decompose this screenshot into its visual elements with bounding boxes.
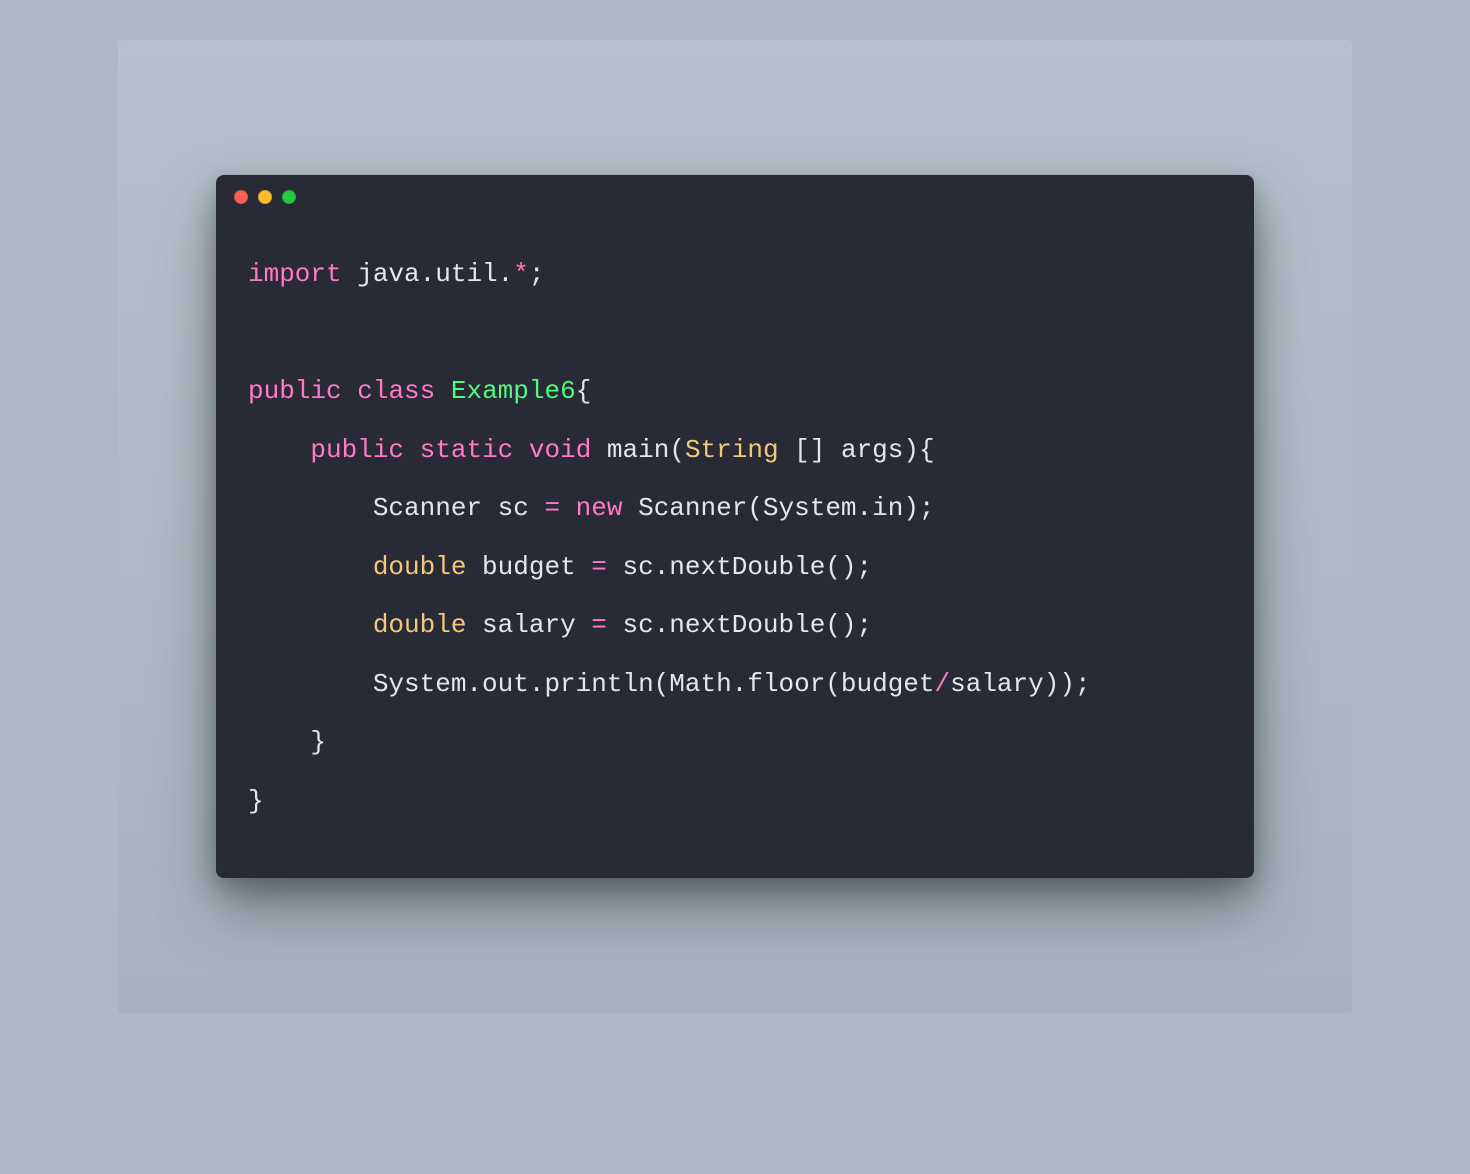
code-token: static: [420, 435, 514, 465]
code-line: public static void main(String [] args){: [248, 435, 935, 465]
code-token: class: [357, 376, 435, 406]
code-token: [435, 376, 451, 406]
code-token: java.util.: [342, 259, 514, 289]
code-token: =: [591, 610, 607, 640]
code-token: =: [591, 552, 607, 582]
code-token: main(: [591, 435, 685, 465]
code-token: [248, 552, 373, 582]
code-token: Scanner sc: [248, 493, 544, 523]
code-line: Scanner sc = new Scanner(System.in);: [248, 493, 935, 523]
code-token: {: [576, 376, 592, 406]
code-token: ;: [529, 259, 545, 289]
code-token: [248, 435, 310, 465]
code-line: System.out.println(Math.floor(budget/sal…: [248, 669, 1091, 699]
code-token: public: [248, 376, 342, 406]
code-token: System.out.println(Math.floor(budget: [248, 669, 935, 699]
code-token: import: [248, 259, 342, 289]
code-token: double: [373, 552, 467, 582]
code-token: }: [248, 786, 264, 816]
code-line: double salary = sc.nextDouble();: [248, 610, 872, 640]
code-token: *: [513, 259, 529, 289]
code-line: public class Example6{: [248, 376, 591, 406]
code-token: String: [685, 435, 779, 465]
code-line: }: [248, 727, 326, 757]
code-token: sc.nextDouble();: [607, 610, 872, 640]
code-line: }: [248, 786, 264, 816]
code-token: void: [529, 435, 591, 465]
code-token: [560, 493, 576, 523]
minimize-icon[interactable]: [258, 190, 272, 204]
code-token: /: [935, 669, 951, 699]
code-block: import java.util.*; public class Example…: [216, 219, 1254, 830]
code-token: [342, 376, 358, 406]
code-token: =: [544, 493, 560, 523]
code-token: [] args){: [779, 435, 935, 465]
code-token: double: [373, 610, 467, 640]
code-token: sc.nextDouble();: [607, 552, 872, 582]
code-token: [513, 435, 529, 465]
code-window: import java.util.*; public class Example…: [216, 175, 1254, 878]
code-token: public: [310, 435, 404, 465]
code-token: budget: [466, 552, 591, 582]
close-icon[interactable]: [234, 190, 248, 204]
code-token: new: [576, 493, 623, 523]
zoom-icon[interactable]: [282, 190, 296, 204]
code-line: import java.util.*;: [248, 259, 544, 289]
code-token: salary));: [950, 669, 1090, 699]
code-token: Example6: [451, 376, 576, 406]
code-token: [404, 435, 420, 465]
window-titlebar: [216, 175, 1254, 219]
code-token: [248, 610, 373, 640]
stage-background: import java.util.*; public class Example…: [118, 40, 1352, 1013]
code-token: }: [248, 727, 326, 757]
code-token: salary: [466, 610, 591, 640]
code-line: double budget = sc.nextDouble();: [248, 552, 872, 582]
code-token: Scanner(System.in);: [622, 493, 934, 523]
